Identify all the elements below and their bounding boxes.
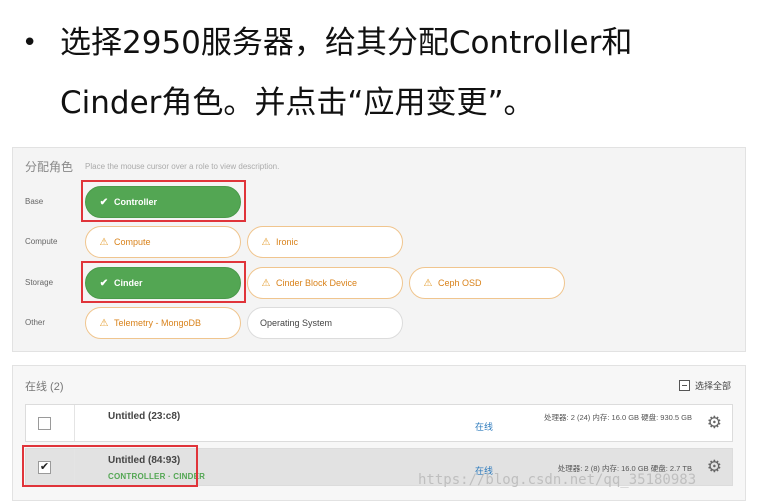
gear-icon[interactable]: ⚙ — [707, 414, 722, 431]
highlight-box-cinder — [81, 261, 246, 303]
role-ceph-osd[interactable]: ⚠ Ceph OSD — [409, 267, 565, 299]
row-label-storage: Storage — [25, 278, 54, 287]
node-status: 在线 — [475, 422, 494, 432]
node-row[interactable]: Untitled (23:c8) 在线 处理器: 2 (24) 内存: 16.0… — [25, 404, 733, 442]
role-label: Operating System — [260, 318, 333, 328]
online-nodes-title: 在线 (2) — [25, 381, 64, 393]
watermark: https://blog.csdn.net/qq_35180983 — [418, 472, 697, 488]
warning-icon: ⚠ — [261, 277, 271, 289]
bullet: • — [22, 28, 38, 58]
node-specs: 处理器: 2 (24) 内存: 16.0 GB 硬盘: 930.5 GB — [544, 413, 692, 422]
heading-line-1: 选择2950服务器，给其分配Controller和 — [60, 25, 633, 61]
node-name: Untitled (23:c8) — [108, 411, 181, 422]
highlight-box-node — [22, 445, 198, 487]
role-telemetry-mongodb[interactable]: ⚠ Telemetry - MongoDB — [85, 307, 241, 339]
role-compute[interactable]: ⚠ Compute — [85, 226, 241, 258]
role-label: Ceph OSD — [438, 278, 482, 288]
row-label-base: Base — [25, 197, 44, 206]
warning-icon: ⚠ — [99, 317, 109, 329]
gear-icon[interactable]: ⚙ — [707, 458, 722, 475]
warning-icon: ⚠ — [261, 236, 271, 248]
role-label: Cinder Block Device — [276, 278, 358, 288]
select-all-checkbox[interactable] — [678, 380, 690, 391]
role-ironic[interactable]: ⚠ Ironic — [247, 226, 403, 258]
role-label: Compute — [114, 237, 151, 247]
role-operating-system[interactable]: Operating System — [247, 307, 403, 339]
roles-panel-title: 分配角色 — [25, 160, 74, 174]
role-label: Ironic — [276, 237, 299, 247]
role-assignment-panel: 分配角色 Place the mouse cursor over a role … — [12, 147, 746, 352]
role-label: Telemetry - MongoDB — [114, 318, 202, 328]
heading-line-2: Cinder角色。并点击“应用变更”。 — [60, 85, 535, 121]
warning-icon: ⚠ — [423, 277, 433, 289]
select-all-label: 选择全部 — [694, 381, 731, 391]
node-checkbox[interactable] — [38, 417, 51, 430]
row-label-compute: Compute — [25, 237, 58, 246]
select-all-toggle[interactable]: 选择全部 — [678, 379, 731, 392]
row-label-other: Other — [25, 318, 46, 327]
roles-panel-hint: Place the mouse cursor over a role to vi… — [85, 162, 280, 171]
highlight-box-controller — [81, 180, 246, 222]
role-cinder-block-device[interactable]: ⚠ Cinder Block Device — [247, 267, 403, 299]
row-divider — [74, 405, 75, 441]
warning-icon: ⚠ — [99, 236, 109, 248]
